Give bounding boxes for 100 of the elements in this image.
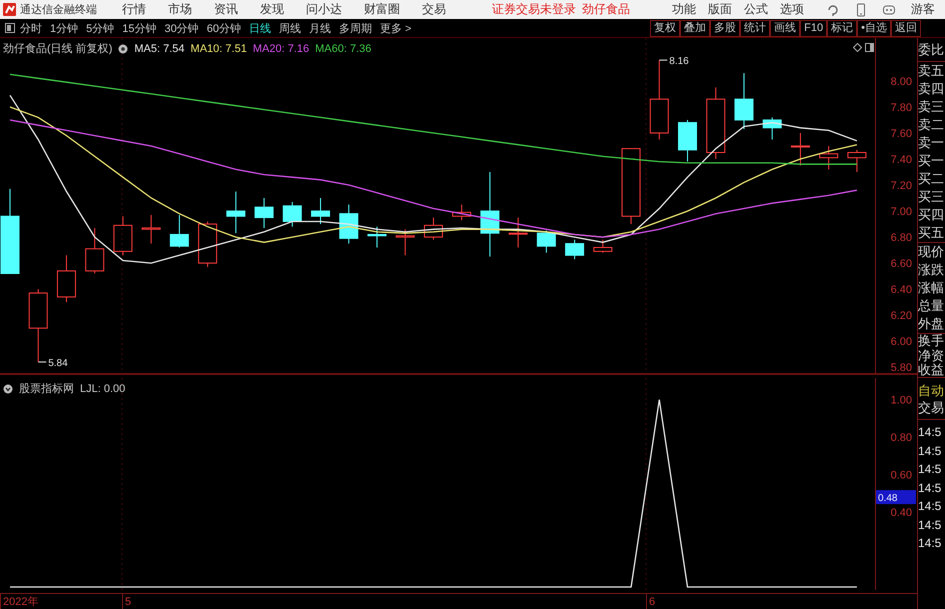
indicator-name: 股票指标网 — [19, 382, 74, 396]
toolbar-button[interactable]: F10 — [800, 20, 828, 36]
diamond-icon[interactable] — [853, 43, 862, 52]
leader-line — [658, 60, 668, 61]
more-link[interactable]: 更多 > — [380, 20, 412, 36]
chart-title: 劲仔食品(日线 前复权) — [3, 42, 112, 56]
phone-icon[interactable] — [854, 2, 868, 16]
trade-time: 14:5 — [918, 461, 942, 478]
quote-label: 换手 — [918, 334, 945, 348]
trade-time: 14:5 — [918, 498, 942, 515]
menu-item[interactable]: 选项 — [780, 1, 804, 18]
price-axis-label: 7.00 — [890, 206, 912, 218]
candlestick — [424, 217, 443, 240]
menu-item[interactable]: 版面 — [708, 1, 732, 18]
quote-label: 卖三 — [918, 98, 945, 116]
status-text: 劲仔食品 — [582, 1, 630, 18]
app-title: 通达信金融终端 — [20, 2, 97, 17]
trade-title: 交易 — [918, 399, 945, 416]
period-tab[interactable]: 周线 — [279, 20, 301, 36]
candlestick — [678, 119, 698, 162]
menu-item[interactable]: 交易 — [422, 1, 446, 18]
trade-time: 14:5 — [918, 424, 942, 441]
candlestick — [368, 226, 386, 248]
quote-label: 现价 — [918, 243, 945, 261]
moving-average-value: MA5: 7.54 — [134, 42, 185, 54]
candlestick — [170, 214, 189, 248]
candlestick — [452, 204, 472, 221]
period-tab[interactable]: 月线 — [309, 20, 331, 36]
price-axis-label: 6.40 — [890, 284, 912, 296]
period-tab[interactable]: 30分钟 — [164, 20, 199, 36]
candlestick — [254, 198, 274, 228]
period-tab[interactable]: 日线 — [249, 20, 271, 36]
menu-item[interactable]: 问小达 — [306, 1, 342, 18]
toolbar-button[interactable]: 多股 — [710, 20, 740, 36]
period-tab[interactable]: 5分钟 — [86, 20, 114, 36]
candlestick — [593, 239, 612, 254]
quote-label: 卖二 — [918, 116, 945, 134]
period-tab[interactable]: 60分钟 — [206, 20, 241, 36]
period-tab[interactable]: 分时 — [20, 20, 42, 36]
price-axis-label: 6.20 — [890, 310, 912, 322]
candlestick — [396, 228, 415, 256]
period-tab[interactable]: 15分钟 — [122, 20, 156, 36]
price-axis-label: 7.40 — [890, 154, 912, 166]
candlestick — [847, 149, 866, 173]
toolbar-button[interactable]: 画线 — [770, 20, 800, 36]
candlestick — [56, 254, 76, 303]
indicator-axis-label: 0.60 — [890, 470, 912, 482]
period-tab[interactable]: 多周期 — [339, 20, 372, 36]
indicator-axis-label: 0.40 — [890, 507, 912, 520]
price-label: 8.16 — [669, 56, 689, 68]
message-icon[interactable] — [882, 2, 896, 16]
moving-average-value: MA60: 7.36 — [315, 42, 372, 54]
cursor-value-label: 0.48 — [876, 490, 916, 504]
price-label: 5.84 — [48, 358, 68, 369]
menu-item[interactable]: 行情 — [122, 1, 146, 18]
trade-time: 14:5 — [918, 442, 942, 460]
menu-item[interactable]: 发现 — [260, 1, 284, 18]
quote-label: 总量 — [918, 297, 945, 315]
moving-average-value: MA10: 7.51 — [190, 42, 247, 54]
window-icon[interactable] — [865, 43, 874, 52]
indicator-axis-label: 1.00 — [890, 394, 912, 407]
price-axis-label: 7.60 — [890, 128, 912, 140]
candlestick — [226, 191, 246, 234]
toolbar-button[interactable]: 返回 — [891, 20, 921, 36]
menu-item[interactable]: 财富圈 — [364, 1, 400, 18]
toolbar-button[interactable]: 统计 — [740, 20, 770, 36]
candlestick — [565, 239, 584, 260]
price-axis-label: 7.80 — [890, 102, 912, 114]
logo-icon — [3, 3, 16, 16]
trade-mode-label: 自动 — [918, 382, 945, 399]
moving-average-value: MA20: 7.16 — [252, 42, 310, 54]
candlestick — [790, 132, 810, 166]
menu-item[interactable]: 公式 — [744, 1, 768, 18]
toolbar-button[interactable]: 复权 — [650, 20, 680, 36]
toolbar-button[interactable]: •自选 — [857, 20, 891, 36]
circle-icon[interactable] — [118, 44, 128, 54]
candlestick — [508, 217, 528, 248]
menu-item[interactable]: 市场 — [168, 1, 192, 18]
candlestick — [142, 214, 161, 244]
date-axis-label: 6 — [649, 596, 656, 608]
period-tab[interactable]: 1分钟 — [50, 20, 78, 36]
quote-label: 买一 — [918, 152, 945, 170]
toolbar-button[interactable]: 标记 — [827, 20, 858, 36]
candlestick — [734, 72, 754, 130]
quote-label: 买四 — [918, 206, 945, 224]
candlestick — [536, 230, 556, 254]
chevron-icon[interactable] — [3, 384, 13, 394]
menu-item[interactable]: 资讯 — [214, 1, 238, 18]
candlestick — [311, 198, 330, 225]
quote-label: 净资 — [918, 348, 945, 362]
toolbar-button[interactable]: 叠加 — [680, 20, 710, 36]
trade-time: 14:5 — [918, 535, 942, 552]
candlestick — [85, 227, 104, 274]
menu-item[interactable]: 功能 — [672, 1, 696, 18]
candlestick — [819, 146, 838, 170]
quote-label: 卖一 — [918, 134, 945, 152]
price-axis-label: 6.00 — [890, 336, 912, 348]
quote-label: 买二 — [918, 170, 945, 188]
panel-icon[interactable] — [5, 23, 15, 33]
user-label[interactable]: 游客 — [911, 1, 935, 18]
